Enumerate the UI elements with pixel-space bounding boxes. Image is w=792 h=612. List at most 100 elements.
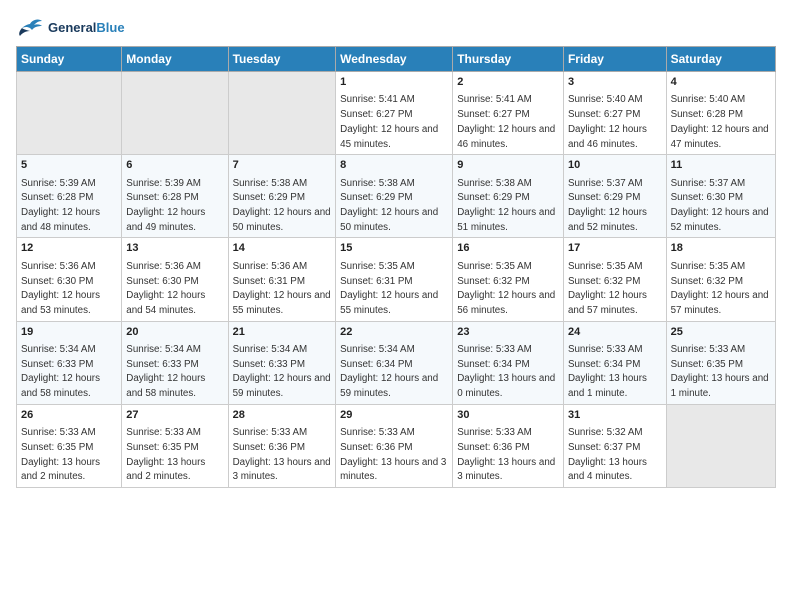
calendar-cell: 26 Sunrise: 5:33 AMSunset: 6:35 PMDayligh… bbox=[17, 404, 122, 487]
day-info: Sunrise: 5:33 AMSunset: 6:34 PMDaylight:… bbox=[457, 344, 555, 399]
day-number: 29 bbox=[340, 408, 448, 423]
calendar-cell: 27 Sunrise: 5:33 AMSunset: 6:35 PMDayligh… bbox=[122, 404, 228, 487]
day-number: 9 bbox=[457, 158, 559, 173]
calendar-cell: 19 Sunrise: 5:34 AMSunset: 6:33 PMDayligh… bbox=[17, 321, 122, 404]
calendar-cell: 4 Sunrise: 5:40 AMSunset: 6:28 PMDaylight… bbox=[666, 72, 775, 155]
day-info: Sunrise: 5:33 AMSunset: 6:36 PMDaylight:… bbox=[457, 427, 555, 482]
day-number: 21 bbox=[233, 325, 332, 340]
day-info: Sunrise: 5:33 AMSunset: 6:35 PMDaylight:… bbox=[126, 427, 205, 482]
day-number: 17 bbox=[568, 241, 662, 256]
day-info: Sunrise: 5:39 AMSunset: 6:28 PMDaylight:… bbox=[21, 178, 100, 233]
calendar-cell: 11Sunrise: 5:37 AMSunset: 6:30 PMDayligh… bbox=[666, 155, 775, 238]
header: GeneralBlue bbox=[16, 16, 776, 40]
day-info: Sunrise: 5:33 AMSunset: 6:36 PMDaylight:… bbox=[233, 427, 331, 482]
calendar-header: SundayMondayTuesdayWednesdayThursdayFrid… bbox=[17, 47, 776, 72]
day-number: 31 bbox=[568, 408, 662, 423]
day-info: Sunrise: 5:35 AMSunset: 6:32 PMDaylight:… bbox=[568, 261, 647, 316]
logo-text: GeneralBlue bbox=[48, 20, 125, 36]
calendar-cell bbox=[122, 72, 228, 155]
day-number: 20 bbox=[126, 325, 223, 340]
day-info: Sunrise: 5:41 AMSunset: 6:27 PMDaylight:… bbox=[457, 94, 555, 149]
week-row-1: 5Sunrise: 5:39 AMSunset: 6:28 PMDaylight… bbox=[17, 155, 776, 238]
calendar-cell: 18 Sunrise: 5:35 AMSunset: 6:32 PMDayligh… bbox=[666, 238, 775, 321]
day-info: Sunrise: 5:34 AMSunset: 6:33 PMDaylight:… bbox=[21, 344, 100, 399]
day-info: Sunrise: 5:36 AMSunset: 6:30 PMDaylight:… bbox=[21, 261, 100, 316]
day-info: Sunrise: 5:34 AMSunset: 6:33 PMDaylight:… bbox=[233, 344, 331, 399]
day-number: 18 bbox=[671, 241, 771, 256]
day-number: 3 bbox=[568, 75, 662, 90]
calendar-cell: 21 Sunrise: 5:34 AMSunset: 6:33 PMDayligh… bbox=[228, 321, 336, 404]
day-info: Sunrise: 5:37 AMSunset: 6:30 PMDaylight:… bbox=[671, 178, 769, 233]
day-info: Sunrise: 5:33 AMSunset: 6:35 PMDaylight:… bbox=[671, 344, 769, 399]
day-number: 14 bbox=[233, 241, 332, 256]
day-header-monday: Monday bbox=[122, 47, 228, 72]
week-row-2: 12 Sunrise: 5:36 AMSunset: 6:30 PMDayligh… bbox=[17, 238, 776, 321]
day-info: Sunrise: 5:36 AMSunset: 6:31 PMDaylight:… bbox=[233, 261, 331, 316]
day-info: Sunrise: 5:37 AMSunset: 6:29 PMDaylight:… bbox=[568, 178, 647, 233]
calendar-cell: 29 Sunrise: 5:33 AMSunset: 6:36 PMDayligh… bbox=[336, 404, 453, 487]
day-info: Sunrise: 5:32 AMSunset: 6:37 PMDaylight:… bbox=[568, 427, 647, 482]
calendar-cell: 5Sunrise: 5:39 AMSunset: 6:28 PMDaylight… bbox=[17, 155, 122, 238]
day-number: 25 bbox=[671, 325, 771, 340]
logo: GeneralBlue bbox=[16, 16, 125, 40]
day-info: Sunrise: 5:38 AMSunset: 6:29 PMDaylight:… bbox=[340, 178, 438, 233]
day-header-tuesday: Tuesday bbox=[228, 47, 336, 72]
day-info: Sunrise: 5:33 AMSunset: 6:34 PMDaylight:… bbox=[568, 344, 647, 399]
day-number: 16 bbox=[457, 241, 559, 256]
day-info: Sunrise: 5:35 AMSunset: 6:32 PMDaylight:… bbox=[457, 261, 555, 316]
day-header-saturday: Saturday bbox=[666, 47, 775, 72]
day-info: Sunrise: 5:40 AMSunset: 6:28 PMDaylight:… bbox=[671, 94, 769, 149]
page: GeneralBlue SundayMondayTuesdayWednesday… bbox=[0, 0, 792, 498]
calendar-cell: 6Sunrise: 5:39 AMSunset: 6:28 PMDaylight… bbox=[122, 155, 228, 238]
day-info: Sunrise: 5:41 AMSunset: 6:27 PMDaylight:… bbox=[340, 94, 438, 149]
day-info: Sunrise: 5:35 AMSunset: 6:31 PMDaylight:… bbox=[340, 261, 438, 316]
day-header-thursday: Thursday bbox=[453, 47, 564, 72]
calendar-cell: 12 Sunrise: 5:36 AMSunset: 6:30 PMDayligh… bbox=[17, 238, 122, 321]
day-number: 2 bbox=[457, 75, 559, 90]
day-number: 19 bbox=[21, 325, 117, 340]
calendar-cell: 23 Sunrise: 5:33 AMSunset: 6:34 PMDayligh… bbox=[453, 321, 564, 404]
day-header-wednesday: Wednesday bbox=[336, 47, 453, 72]
day-number: 27 bbox=[126, 408, 223, 423]
day-number: 24 bbox=[568, 325, 662, 340]
day-number: 4 bbox=[671, 75, 771, 90]
day-header-sunday: Sunday bbox=[17, 47, 122, 72]
day-info: Sunrise: 5:34 AMSunset: 6:34 PMDaylight:… bbox=[340, 344, 438, 399]
calendar-cell: 1Sunrise: 5:41 AMSunset: 6:27 PMDaylight… bbox=[336, 72, 453, 155]
week-row-3: 19 Sunrise: 5:34 AMSunset: 6:33 PMDayligh… bbox=[17, 321, 776, 404]
day-info: Sunrise: 5:40 AMSunset: 6:27 PMDaylight:… bbox=[568, 94, 647, 149]
calendar-cell: 22Sunrise: 5:34 AMSunset: 6:34 PMDayligh… bbox=[336, 321, 453, 404]
day-number: 28 bbox=[233, 408, 332, 423]
day-info: Sunrise: 5:33 AMSunset: 6:36 PMDaylight:… bbox=[340, 427, 446, 482]
week-row-0: 1Sunrise: 5:41 AMSunset: 6:27 PMDaylight… bbox=[17, 72, 776, 155]
calendar-cell bbox=[17, 72, 122, 155]
logo-icon bbox=[16, 16, 44, 40]
day-info: Sunrise: 5:33 AMSunset: 6:35 PMDaylight:… bbox=[21, 427, 100, 482]
calendar-cell: 20 Sunrise: 5:34 AMSunset: 6:33 PMDayligh… bbox=[122, 321, 228, 404]
calendar-cell: 7Sunrise: 5:38 AMSunset: 6:29 PMDaylight… bbox=[228, 155, 336, 238]
day-number: 26 bbox=[21, 408, 117, 423]
calendar-cell: 14 Sunrise: 5:36 AMSunset: 6:31 PMDayligh… bbox=[228, 238, 336, 321]
day-number: 8 bbox=[340, 158, 448, 173]
day-header-friday: Friday bbox=[563, 47, 666, 72]
day-number: 15 bbox=[340, 241, 448, 256]
day-info: Sunrise: 5:38 AMSunset: 6:29 PMDaylight:… bbox=[457, 178, 555, 233]
day-info: Sunrise: 5:34 AMSunset: 6:33 PMDaylight:… bbox=[126, 344, 205, 399]
calendar-cell bbox=[228, 72, 336, 155]
day-number: 12 bbox=[21, 241, 117, 256]
day-number: 23 bbox=[457, 325, 559, 340]
day-number: 10 bbox=[568, 158, 662, 173]
week-row-4: 26 Sunrise: 5:33 AMSunset: 6:35 PMDayligh… bbox=[17, 404, 776, 487]
calendar-cell: 2 Sunrise: 5:41 AMSunset: 6:27 PMDaylight… bbox=[453, 72, 564, 155]
day-number: 6 bbox=[126, 158, 223, 173]
calendar-cell: 3 Sunrise: 5:40 AMSunset: 6:27 PMDaylight… bbox=[563, 72, 666, 155]
calendar-body: 1Sunrise: 5:41 AMSunset: 6:27 PMDaylight… bbox=[17, 72, 776, 488]
calendar-cell: 9 Sunrise: 5:38 AMSunset: 6:29 PMDaylight… bbox=[453, 155, 564, 238]
calendar-cell: 28 Sunrise: 5:33 AMSunset: 6:36 PMDayligh… bbox=[228, 404, 336, 487]
day-info: Sunrise: 5:35 AMSunset: 6:32 PMDaylight:… bbox=[671, 261, 769, 316]
calendar-cell: 24 Sunrise: 5:33 AMSunset: 6:34 PMDayligh… bbox=[563, 321, 666, 404]
day-number: 30 bbox=[457, 408, 559, 423]
calendar-cell: 8 Sunrise: 5:38 AMSunset: 6:29 PMDaylight… bbox=[336, 155, 453, 238]
calendar-cell: 30 Sunrise: 5:33 AMSunset: 6:36 PMDayligh… bbox=[453, 404, 564, 487]
calendar-cell: 15 Sunrise: 5:35 AMSunset: 6:31 PMDayligh… bbox=[336, 238, 453, 321]
